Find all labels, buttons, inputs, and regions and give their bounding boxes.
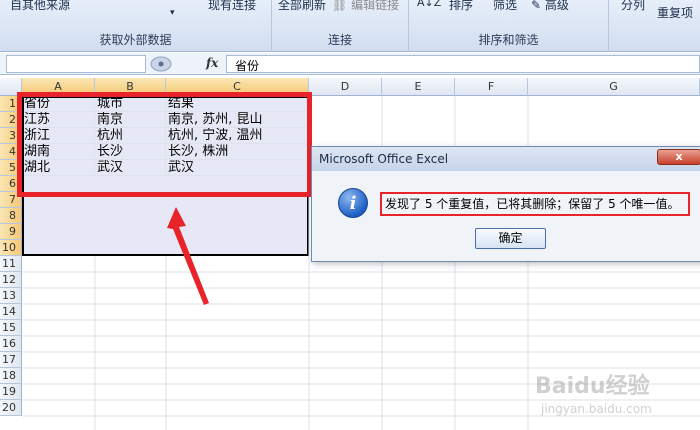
row-header[interactable]: 5 — [0, 160, 22, 176]
cell-a2[interactable]: 江苏 — [22, 112, 95, 128]
row-header[interactable]: 12 — [0, 272, 22, 288]
cell-b3[interactable]: 杭州 — [95, 128, 166, 144]
filter-button[interactable]: 筛选 — [493, 0, 517, 13]
close-button[interactable]: x — [657, 149, 700, 165]
column-header-c[interactable]: C — [166, 78, 309, 96]
column-header-d[interactable]: D — [309, 78, 382, 96]
watermark-url: jingyan.baidu.com — [541, 402, 652, 416]
column-header-a[interactable]: A — [22, 78, 95, 96]
refresh-all-button[interactable]: 全部刷新 — [278, 0, 326, 13]
row-header[interactable]: 15 — [0, 320, 22, 336]
ribbon-group-connections: 全部刷新 ⛓ 编辑链接 连接 — [272, 0, 409, 52]
row-header[interactable]: 19 — [0, 384, 22, 400]
row-header[interactable]: 2 — [0, 112, 22, 128]
cell-a3[interactable]: 浙江 — [22, 128, 95, 144]
row-header[interactable]: 16 — [0, 336, 22, 352]
watermark-logo: Baidu经验 — [535, 374, 650, 399]
cell-c4[interactable]: 长沙, 株洲 — [166, 144, 309, 160]
message-dialog: Microsoft Office Excel x i 发现了 5 个重复值，已将… — [311, 146, 700, 262]
row-header[interactable]: 8 — [0, 208, 22, 224]
cell-b2[interactable]: 南京 — [95, 112, 166, 128]
dialog-message: 发现了 5 个重复值，已将其删除；保留了 5 个唯一值。 — [380, 192, 690, 216]
column-header-b[interactable]: B — [95, 78, 166, 96]
row-header[interactable]: 6 — [0, 176, 22, 192]
dialog-body: i 发现了 5 个重复值，已将其删除；保留了 5 个唯一值。 确定 — [312, 171, 700, 261]
advanced-filter-icon: ✎ — [531, 0, 542, 12]
cell-b5[interactable]: 武汉 — [95, 160, 166, 176]
formula-input[interactable]: 省份 — [226, 55, 700, 73]
cell-a1[interactable]: 省份 — [22, 96, 95, 112]
row-header[interactable]: 4 — [0, 144, 22, 160]
chevron-down-icon[interactable]: ▾ — [170, 8, 175, 18]
cell-c2[interactable]: 南京, 苏州, 昆山 — [166, 112, 309, 128]
ribbon-group-label: 连接 — [327, 33, 352, 47]
sort-button[interactable]: 排序 — [449, 0, 473, 13]
cell-b1[interactable]: 城市 — [95, 96, 166, 112]
cell-a4[interactable]: 湖南 — [22, 144, 95, 160]
row-header[interactable]: 13 — [0, 288, 22, 304]
row-header[interactable]: 1 — [0, 96, 22, 112]
row-header[interactable]: 17 — [0, 352, 22, 368]
dialog-title: Microsoft Office Excel — [319, 152, 449, 166]
watermark: Baidu经验 jingyan.baidu.com — [535, 368, 685, 428]
ribbon-group-data-tools: 分列 重复项 — [609, 0, 700, 52]
ribbon-group-sort-filter: A↓Z 排序 筛选 ✎ 高级 排序和筛选 — [409, 0, 609, 52]
row-header[interactable]: 9 — [0, 224, 22, 240]
remove-duplicates-button[interactable]: 重复项 — [657, 4, 693, 21]
row-header[interactable]: 11 — [0, 256, 22, 272]
cell-c1[interactable]: 结果 — [166, 96, 309, 112]
row-header[interactable]: 3 — [0, 128, 22, 144]
slider-handle-icon[interactable] — [150, 56, 172, 72]
from-other-sources-button[interactable]: 自其他来源 — [10, 0, 70, 13]
row-header[interactable]: 18 — [0, 368, 22, 384]
formula-controls: fx — [150, 55, 226, 73]
row-header[interactable]: 10 — [0, 240, 22, 256]
name-box[interactable] — [6, 55, 146, 73]
ribbon-group-external-data: 自其他来源 现有连接 ▾ 获取外部数据 — [0, 0, 272, 52]
ribbon: 自其他来源 现有连接 ▾ 获取外部数据 全部刷新 ⛓ 编辑链接 连接 A↓Z 排… — [0, 0, 700, 52]
insert-function-button[interactable]: fx — [206, 56, 218, 70]
info-icon: i — [338, 188, 368, 218]
row-header[interactable]: 7 — [0, 192, 22, 208]
cell-a5[interactable]: 湖北 — [22, 160, 95, 176]
dialog-titlebar[interactable]: Microsoft Office Excel x — [312, 147, 700, 171]
select-all-corner[interactable] — [0, 78, 22, 96]
row-header[interactable]: 14 — [0, 304, 22, 320]
sort-az-icon[interactable]: A↓Z — [417, 0, 441, 9]
ribbon-group-label: 排序和筛选 — [478, 33, 539, 47]
split-columns-button[interactable]: 分列 — [621, 0, 645, 13]
column-header-f[interactable]: F — [455, 78, 528, 96]
link-icon: ⛓ — [332, 0, 348, 12]
cell-c3[interactable]: 杭州, 宁波, 温州 — [166, 128, 309, 144]
ribbon-group-label: 获取外部数据 — [99, 33, 172, 47]
edit-links-button[interactable]: ⛓ 编辑链接 — [332, 0, 399, 13]
column-header-g[interactable]: G — [528, 78, 700, 96]
formula-bar: fx 省份 — [0, 53, 700, 75]
existing-connections-button[interactable]: 现有连接 — [208, 0, 256, 13]
row-header[interactable]: 20 — [0, 400, 22, 416]
column-header-e[interactable]: E — [382, 78, 455, 96]
ok-button[interactable]: 确定 — [475, 228, 546, 249]
advanced-filter-button[interactable]: ✎ 高级 — [531, 0, 569, 13]
cell-c5[interactable]: 武汉 — [166, 160, 309, 176]
cell-b4[interactable]: 长沙 — [95, 144, 166, 160]
